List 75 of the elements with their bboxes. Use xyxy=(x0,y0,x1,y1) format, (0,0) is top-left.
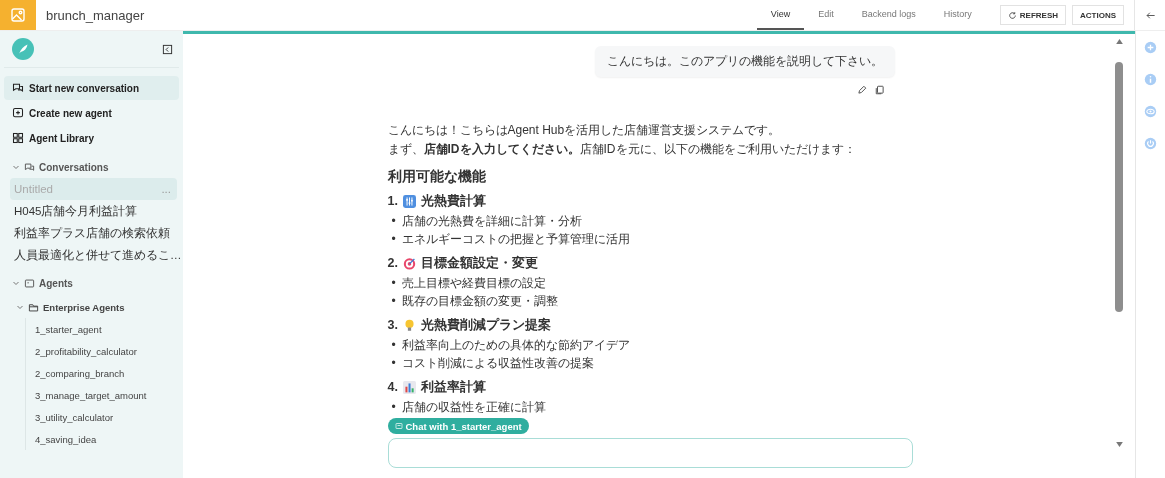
bullet-text: コスト削減による収益性改善の提案 xyxy=(401,355,594,372)
collapse-sidebar-icon xyxy=(162,43,173,55)
sidebar-action[interactable]: Create new agent xyxy=(4,101,179,125)
section-title: 光熱費計算 xyxy=(420,193,486,210)
tab[interactable]: Backend logs xyxy=(847,0,930,30)
bullet-marker: • xyxy=(391,293,396,310)
bullet-marker: • xyxy=(391,399,396,416)
chat-bubbles-icon xyxy=(12,82,24,94)
control-knobs-icon xyxy=(402,194,416,208)
copy-icon[interactable] xyxy=(874,85,885,95)
light-bulb-icon xyxy=(402,318,416,332)
sidebar-action[interactable]: Agent Library xyxy=(4,126,179,150)
bullet-text: 売上目標や経費目標の設定 xyxy=(401,275,546,292)
chevron-icon[interactable] xyxy=(12,163,20,171)
response-heading: 利用可能な機能 xyxy=(387,167,487,186)
conversation-item[interactable]: 利益率プラス店舗の検索依頼 xyxy=(10,222,177,244)
bullet-marker: • xyxy=(391,213,396,230)
bullet-marker: • xyxy=(391,275,396,292)
bullet-marker: • xyxy=(391,231,396,248)
message-input[interactable] xyxy=(387,438,913,468)
conversations-icon xyxy=(24,161,35,173)
bullet-text: 既存の目標金額の変更・調整 xyxy=(401,293,558,310)
add-agent-icon xyxy=(12,107,24,119)
response-text: こんにちは！こちらはAgent Hubを活用した店舗運営支援システムです。 xyxy=(387,122,782,139)
info-icon[interactable] xyxy=(1144,73,1157,86)
section-title: 光熱費削減プラン提案 xyxy=(420,316,551,334)
tab[interactable]: View xyxy=(756,0,805,30)
back-arrow-icon xyxy=(1144,9,1156,21)
eye-icon[interactable] xyxy=(1144,105,1157,118)
section-number: 2. xyxy=(387,255,398,272)
user-message: こんにちは。このアプリの機能を説明して下さい。 xyxy=(594,46,895,77)
bullet-text: 店舗の光熱費を詳細に計算・分析 xyxy=(401,213,582,230)
power-icon[interactable] xyxy=(1144,137,1157,150)
section-number: 4. xyxy=(387,379,398,396)
target-icon xyxy=(402,256,416,270)
refresh-icon xyxy=(1007,10,1017,20)
chevron-icon[interactable] xyxy=(16,303,24,311)
image-icon xyxy=(10,7,26,23)
conversation-item[interactable]: H045店舗今月利益計算 xyxy=(10,200,177,222)
agent-item[interactable]: 1_starter_agent xyxy=(35,318,179,340)
agent-item[interactable]: 3_manage_target_amount xyxy=(35,384,179,406)
section-number: 3. xyxy=(387,317,398,334)
refresh-button[interactable]: REFRESH xyxy=(999,5,1066,25)
section-title: 利益率計算 xyxy=(420,379,486,396)
chevron-icon[interactable] xyxy=(12,279,20,287)
bar-chart-icon xyxy=(402,380,416,394)
response-text: まず、店舗IDを入力してください。店舗IDを元に、以下の機能をご利用いただけます： xyxy=(387,141,857,158)
tab[interactable]: Edit xyxy=(804,0,848,30)
app-title: brunch_manager xyxy=(46,7,146,23)
bullet-text: 利益率向上のための具体的な節約アイデア xyxy=(401,337,630,354)
sidebar-action[interactable]: Start new conversation xyxy=(4,76,179,100)
add-icon[interactable] xyxy=(1144,41,1157,54)
agent-item[interactable]: 4_saving_idea xyxy=(35,428,179,450)
agent-item[interactable]: 3_utility_calculator xyxy=(35,406,179,428)
section-label: Agents xyxy=(39,277,73,289)
agent-item[interactable]: 2_comparing_branch xyxy=(35,362,179,384)
bullet-marker: • xyxy=(391,355,396,372)
section-title: 目標金額設定・変更 xyxy=(420,254,538,272)
scroll-up-icon[interactable] xyxy=(1115,39,1123,44)
chat-icon xyxy=(394,422,403,430)
edit-icon[interactable] xyxy=(856,85,867,95)
folder-icon xyxy=(28,301,39,313)
bullet-text: 店舗の収益性を正確に計算 xyxy=(401,399,546,416)
section-number: 1. xyxy=(387,193,398,210)
agent-item[interactable]: 2_profitability_calculator xyxy=(35,340,179,362)
bullet-text: エネルギーコストの把握と予算管理に活用 xyxy=(401,231,630,248)
bullet-marker: • xyxy=(391,337,396,354)
agents-icon xyxy=(24,277,35,289)
feather-logo xyxy=(12,38,34,60)
folder-label: Enterprise Agents xyxy=(43,301,125,313)
actions-button[interactable]: ACTIONS xyxy=(1072,5,1124,25)
scroll-down-icon[interactable] xyxy=(1115,442,1123,447)
section-label: Conversations xyxy=(39,161,109,173)
grid-icon xyxy=(12,132,24,144)
tab[interactable]: History xyxy=(929,0,986,30)
